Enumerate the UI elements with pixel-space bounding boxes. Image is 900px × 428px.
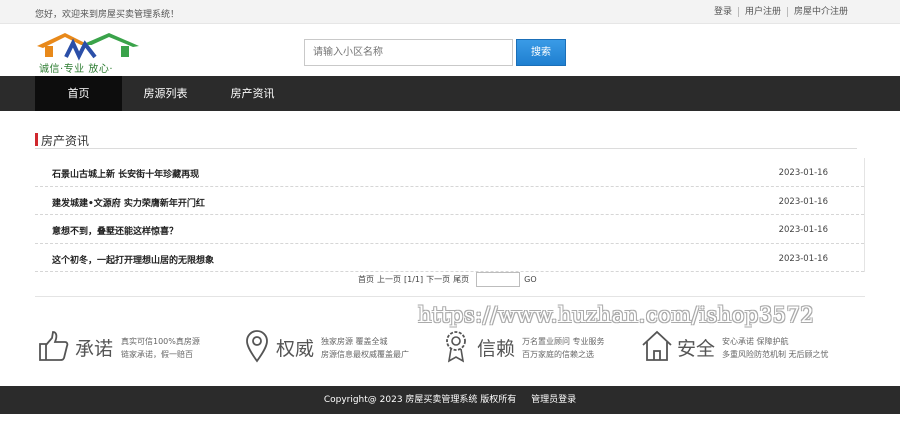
welcome-text: 您好，欢迎来到房屋买卖管理系统！ bbox=[35, 10, 180, 20]
page-jump-input[interactable] bbox=[476, 271, 521, 287]
pager-first[interactable]: 首页 bbox=[358, 274, 374, 285]
thumbs-up-icon bbox=[39, 331, 69, 361]
feature-title: 安全 bbox=[677, 338, 716, 360]
news-date: 2023-01-16 bbox=[778, 253, 828, 264]
header: 诚信·专业 放心· 搜索 bbox=[0, 24, 900, 76]
badge-icon bbox=[446, 331, 466, 363]
pager-info: [1/1] bbox=[404, 274, 424, 284]
feature-security: 安全 安心承诺 保障护航 多重风险防范机制 无后顾之忧 bbox=[641, 328, 841, 368]
feature-line: 真实可信100%真房源 bbox=[121, 337, 200, 346]
feature-trust: 信赖 万名置业顾问 专业服务 百万家庭的信赖之选 bbox=[443, 328, 633, 368]
pagination: 首页 上一页 [1/1] 下一页 尾页 GO bbox=[358, 271, 540, 287]
feature-line: 房源信息最权威覆盖最广 bbox=[321, 350, 409, 359]
section-header: 房产资讯 bbox=[35, 131, 857, 149]
watermark-text: https://www.huzhan.com/ishop3572 bbox=[418, 303, 815, 327]
agent-register-link[interactable]: 房屋中介注册 bbox=[786, 7, 854, 17]
feature-title: 信赖 bbox=[477, 338, 516, 360]
user-register-link[interactable]: 用户注册 bbox=[737, 7, 787, 17]
news-title[interactable]: 建发城建•文源府 实力荣膺新年开门红 bbox=[52, 196, 205, 209]
feature-line: 链家承诺，假一赔百 bbox=[121, 350, 193, 359]
admin-login-link[interactable]: 管理员登录 bbox=[531, 395, 576, 405]
feature-title: 权威 bbox=[276, 338, 315, 360]
feature-line: 百万家庭的信赖之选 bbox=[522, 350, 594, 359]
top-links: 登录 用户注册 房屋中介注册 bbox=[708, 7, 854, 17]
news-item[interactable]: 石景山古城上新 长安街十年珍藏再现 2023-01-16 bbox=[35, 158, 864, 187]
logo-house-icon bbox=[37, 33, 139, 61]
nav-item-news[interactable]: 房产资讯 bbox=[209, 76, 296, 111]
section-accent-bar bbox=[35, 133, 38, 146]
news-item[interactable]: 建发城建•文源府 实力荣膺新年开门红 2023-01-16 bbox=[35, 187, 864, 215]
pager-go-button[interactable]: GO bbox=[524, 275, 537, 284]
feature-promise: 承诺 真实可信100%真房源 链家承诺，假一赔百 bbox=[37, 328, 227, 368]
section-title: 房产资讯 bbox=[41, 134, 90, 148]
house-icon bbox=[642, 330, 672, 361]
footer-copyright: Copyright@ 2023 房屋买卖管理系统 版权所有 bbox=[323, 395, 517, 405]
search-button[interactable]: 搜索 bbox=[516, 39, 566, 66]
feature-line: 安心承诺 保障护航 bbox=[722, 337, 789, 346]
feature-authority: 权威 独家房源 覆盖全城 房源信息最权威覆盖最广 bbox=[244, 328, 434, 368]
news-list: 石景山古城上新 长安街十年珍藏再现 2023-01-16 建发城建•文源府 实力… bbox=[35, 158, 865, 272]
feature-line: 多重风险防范机制 无后顾之忧 bbox=[722, 350, 829, 359]
news-item[interactable]: 意想不到，叠墅还能这样惊喜？ 2023-01-16 bbox=[35, 215, 864, 244]
location-pin-icon bbox=[246, 330, 268, 363]
logo-slogan: 诚信·专业 放心· bbox=[39, 64, 114, 75]
feature-strip: 承诺 真实可信100%真房源 链家承诺，假一赔百 权威 独家房源 覆盖全城 房源… bbox=[0, 328, 900, 368]
news-title[interactable]: 石景山古城上新 长安街十年珍藏再现 bbox=[52, 167, 199, 180]
news-item[interactable]: 这个初冬，一起打开理想山居的无限想象 2023-01-16 bbox=[35, 244, 864, 272]
top-bar: 您好，欢迎来到房屋买卖管理系统！ 登录 用户注册 房屋中介注册 bbox=[0, 0, 900, 24]
feature-line: 万名置业顾问 专业服务 bbox=[522, 337, 605, 346]
pager-next[interactable]: 下一页 bbox=[426, 274, 450, 285]
pager-prev[interactable]: 上一页 bbox=[377, 274, 401, 285]
news-date: 2023-01-16 bbox=[778, 168, 828, 178]
login-link[interactable]: 登录 bbox=[708, 7, 738, 17]
main-nav: 首页 房源列表 房产资讯 bbox=[0, 76, 900, 111]
feature-line: 独家房源 覆盖全城 bbox=[321, 337, 388, 346]
divider bbox=[35, 296, 865, 297]
news-title[interactable]: 这个初冬，一起打开理想山居的无限想象 bbox=[52, 253, 214, 266]
news-date: 2023-01-16 bbox=[778, 196, 828, 207]
footer: Copyright@ 2023 房屋买卖管理系统 版权所有 管理员登录 bbox=[0, 386, 900, 414]
search-input[interactable] bbox=[304, 39, 513, 66]
news-date: 2023-01-16 bbox=[778, 225, 828, 235]
news-title[interactable]: 意想不到，叠墅还能这样惊喜？ bbox=[52, 224, 178, 237]
feature-title: 承诺 bbox=[75, 338, 114, 360]
pager-last[interactable]: 尾页 bbox=[453, 274, 469, 285]
nav-item-listings[interactable]: 房源列表 bbox=[122, 76, 209, 111]
nav-item-home[interactable]: 首页 bbox=[35, 76, 122, 111]
logo[interactable]: 诚信·专业 放心· bbox=[35, 30, 145, 75]
